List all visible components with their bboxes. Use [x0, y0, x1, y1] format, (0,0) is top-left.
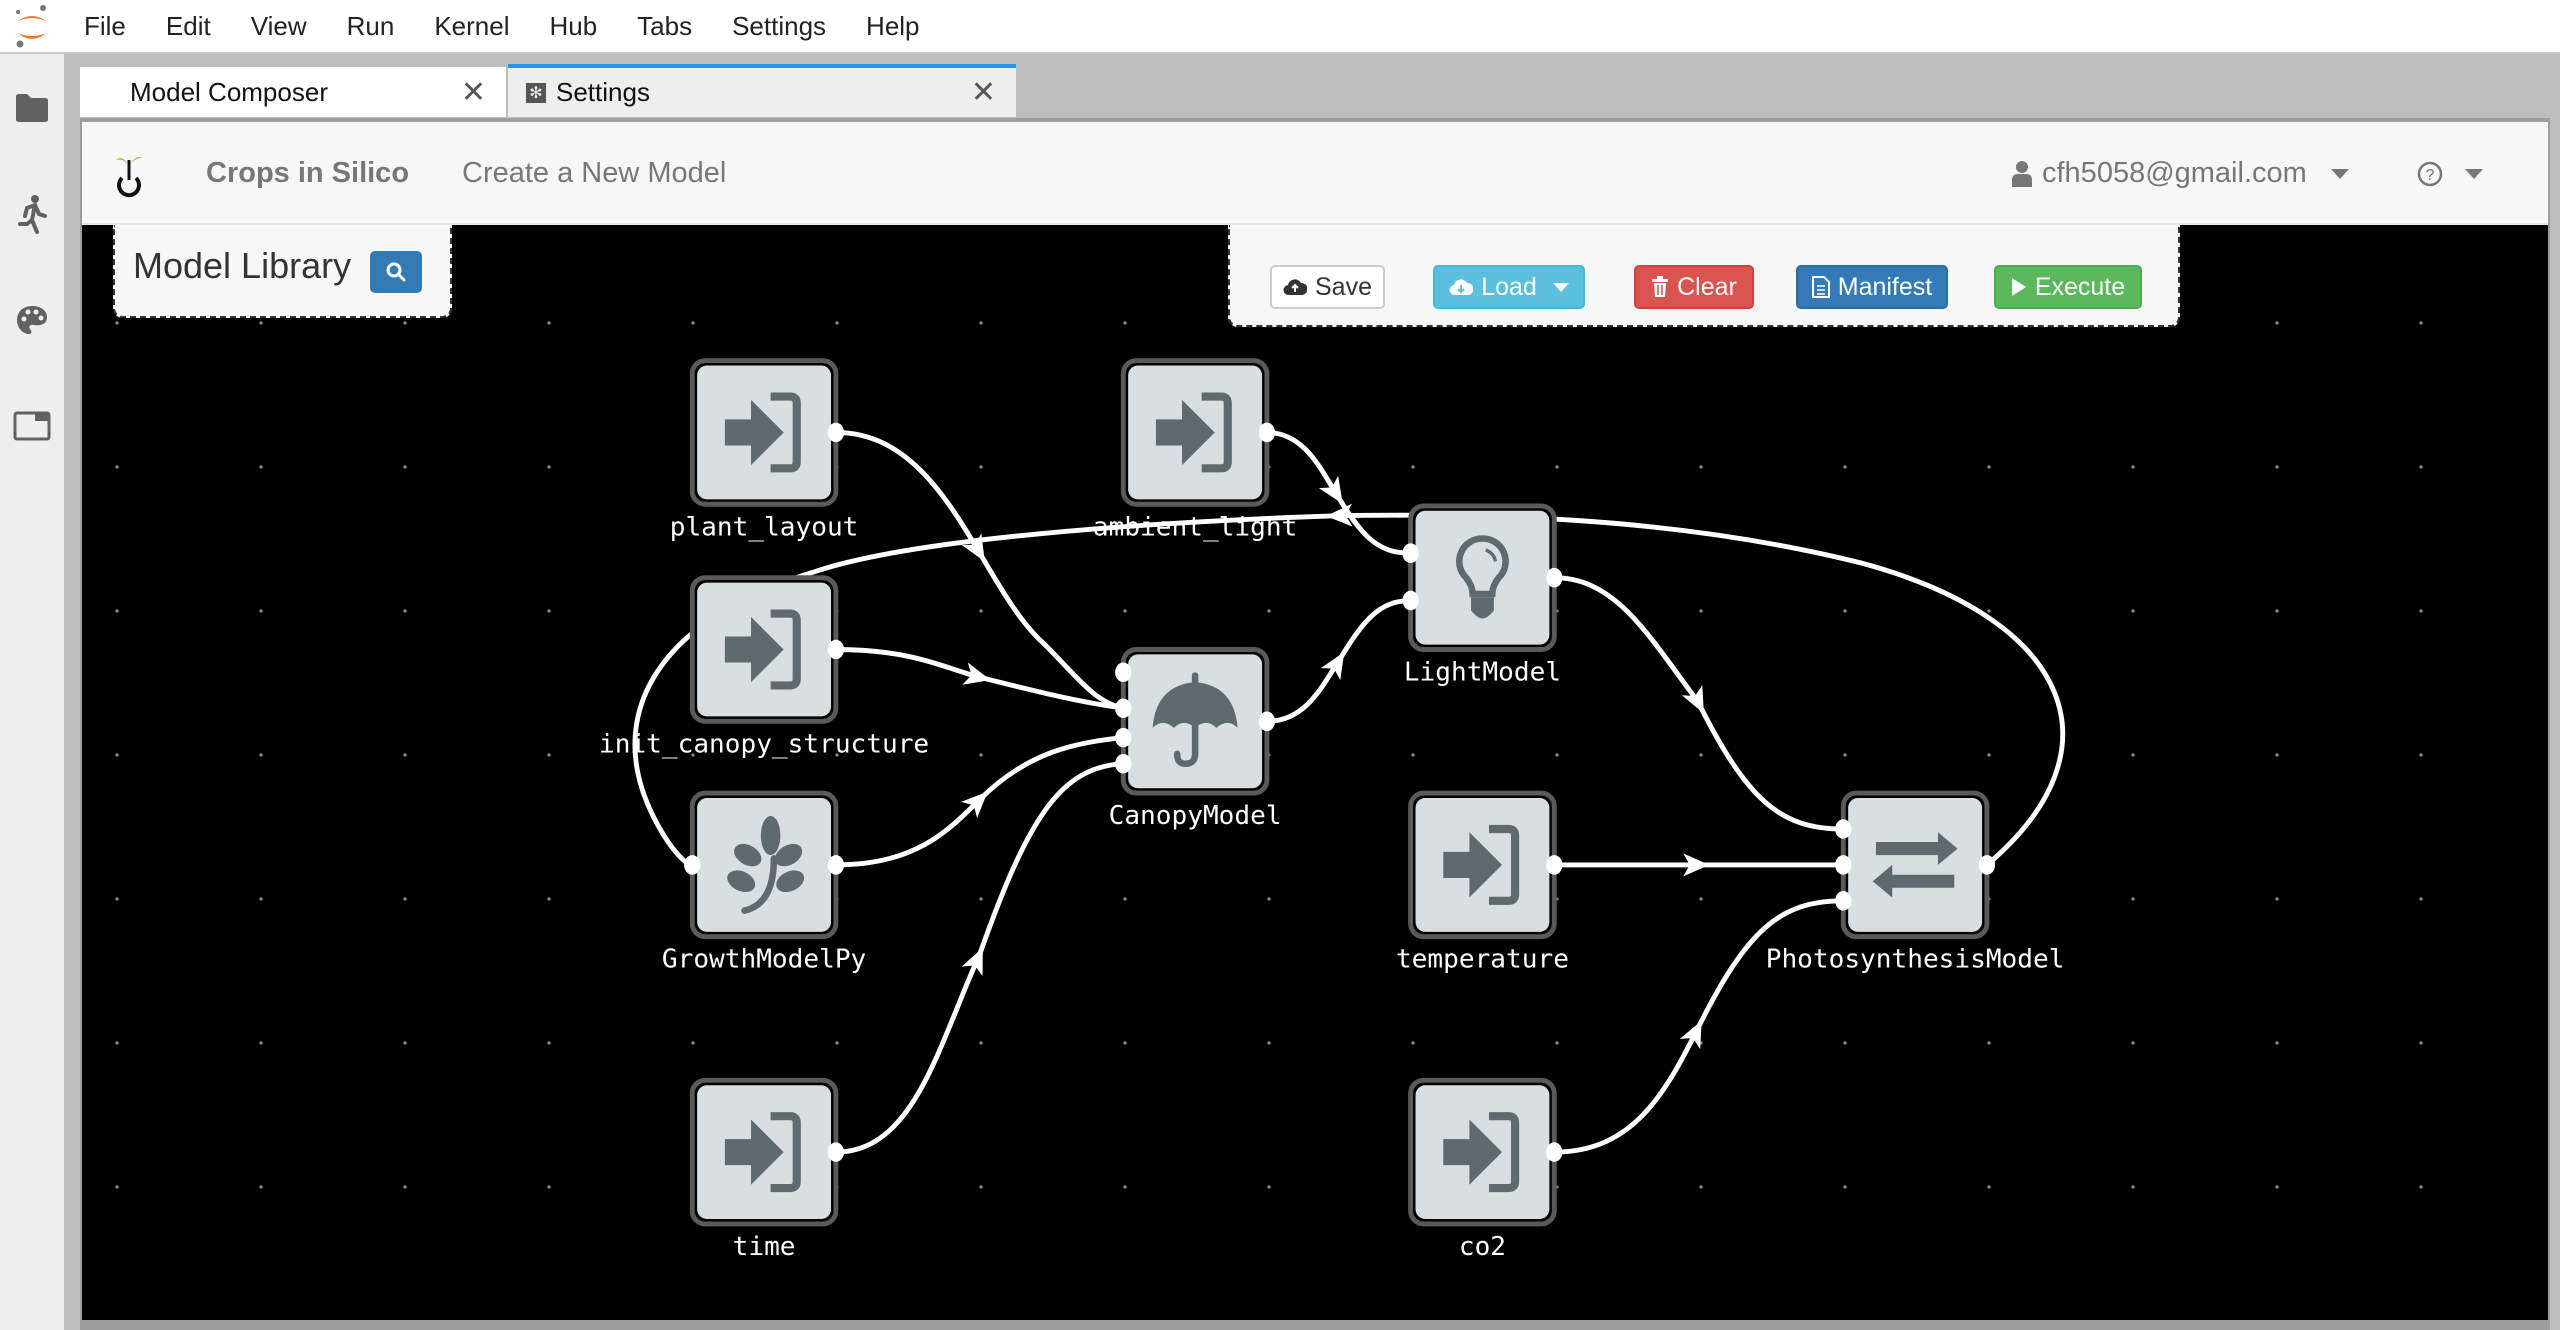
- graph-node-growthmodelpy[interactable]: GrowthModelPy: [662, 790, 866, 975]
- help-menu[interactable]: ?: [2417, 122, 2483, 225]
- cloud-upload-icon: [1283, 279, 1307, 296]
- palette-icon[interactable]: [12, 300, 52, 340]
- node-port[interactable]: [1546, 855, 1563, 875]
- graph-node-canopymodel[interactable]: CanopyModel: [1109, 647, 1282, 831]
- execute-button[interactable]: Execute: [1994, 265, 2142, 309]
- user-menu[interactable]: cfh5058@gmail.com: [2012, 122, 2349, 225]
- node-label: temperature: [1396, 945, 1569, 975]
- user-icon: [2012, 160, 2032, 187]
- load-button[interactable]: Load: [1433, 265, 1585, 309]
- chevron-down-icon: [1552, 282, 1569, 292]
- node-label: PhotosynthesisModel: [1766, 945, 2065, 975]
- document-icon: [1811, 276, 1830, 298]
- action-toolbar: Save Load Clear Manifest Execute: [1228, 225, 2180, 327]
- node-label: CanopyModel: [1109, 801, 1282, 831]
- tab-model-composer[interactable]: Model Composer ✕: [80, 67, 506, 117]
- svg-text:?: ?: [2426, 167, 2435, 184]
- tab-label: Settings: [556, 77, 650, 107]
- node-port[interactable]: [1258, 711, 1276, 732]
- chevron-down-icon: [2330, 168, 2349, 179]
- clear-label: Clear: [1677, 272, 1737, 301]
- node-port[interactable]: [827, 639, 845, 660]
- menu-edit[interactable]: Edit: [146, 0, 231, 53]
- tab-label: Model Composer: [130, 76, 328, 107]
- node-port[interactable]: [1115, 698, 1132, 719]
- node-port[interactable]: [827, 422, 845, 443]
- folder-icon[interactable]: [12, 88, 52, 128]
- clear-button[interactable]: Clear: [1634, 265, 1754, 309]
- node-port[interactable]: [1546, 1142, 1563, 1162]
- node-port[interactable]: [1402, 543, 1419, 564]
- manifest-label: Manifest: [1837, 272, 1933, 301]
- running-icon[interactable]: [12, 194, 52, 234]
- menu-file[interactable]: File: [64, 0, 146, 53]
- node-port[interactable]: [1402, 590, 1419, 611]
- node-port[interactable]: [1115, 662, 1132, 683]
- crops-logo-icon[interactable]: [114, 152, 144, 200]
- play-icon: [2011, 278, 2026, 296]
- gear-icon: ✻: [526, 82, 546, 103]
- node-port[interactable]: [1115, 727, 1132, 748]
- save-button[interactable]: Save: [1270, 265, 1385, 309]
- node-port[interactable]: [1835, 819, 1852, 839]
- node-port[interactable]: [1258, 422, 1276, 443]
- node-label: time: [733, 1232, 796, 1262]
- menu-view[interactable]: View: [231, 0, 327, 53]
- save-label: Save: [1315, 272, 1372, 301]
- tab-bar: Model Composer ✕ ✻ Settings ✕: [80, 64, 2550, 118]
- left-sidebar: [0, 54, 64, 1330]
- model-library-title: Model Library: [133, 245, 352, 286]
- execute-label: Execute: [2034, 272, 2126, 301]
- model-library-panel: Model Library: [113, 225, 452, 318]
- brand-link[interactable]: Crops in Silico: [206, 122, 409, 225]
- graph-node-temperature[interactable]: temperature: [1396, 790, 1569, 975]
- node-label: ambient_light: [1093, 512, 1297, 542]
- node-port[interactable]: [1835, 891, 1852, 911]
- menu-tabs[interactable]: Tabs: [617, 0, 712, 53]
- node-port[interactable]: [827, 855, 845, 875]
- menu-bar: File Edit View Run Kernel Hub Tabs Setti…: [0, 0, 2560, 54]
- node-port[interactable]: [1835, 855, 1852, 875]
- node-label: GrowthModelPy: [662, 945, 866, 975]
- node-port[interactable]: [1546, 567, 1563, 588]
- model-canvas[interactable]: [82, 225, 2548, 1320]
- graph-node-lightmodel[interactable]: LightModel: [1404, 503, 1561, 688]
- menu-hub[interactable]: Hub: [529, 0, 617, 53]
- jupyter-logo-icon: [0, 0, 64, 53]
- tab-settings[interactable]: ✻ Settings ✕: [508, 64, 1016, 117]
- close-icon[interactable]: ✕: [461, 75, 486, 110]
- app-header: Crops in Silico Create a New Model cfh50…: [82, 122, 2548, 225]
- create-new-model-link[interactable]: Create a New Model: [462, 122, 726, 225]
- menu-kernel[interactable]: Kernel: [414, 0, 529, 53]
- node-label: plant_layout: [670, 512, 859, 542]
- search-icon: [386, 262, 406, 282]
- user-email: cfh5058@gmail.com: [2042, 157, 2307, 189]
- graph-node-plant-layout[interactable]: plant_layout: [670, 358, 859, 543]
- close-icon[interactable]: ✕: [971, 75, 996, 110]
- help-icon: ?: [2417, 161, 2443, 186]
- menu-help[interactable]: Help: [846, 0, 939, 53]
- menu-settings[interactable]: Settings: [712, 0, 846, 53]
- node-label: init_canopy_structure: [599, 729, 929, 759]
- node-port[interactable]: [1115, 753, 1132, 774]
- load-label: Load: [1481, 272, 1537, 301]
- menu-run[interactable]: Run: [327, 0, 415, 53]
- chevron-down-icon: [2465, 168, 2483, 179]
- manifest-button[interactable]: Manifest: [1796, 265, 1948, 309]
- graph-node-ambient-light[interactable]: ambient_light: [1093, 358, 1297, 543]
- node-port[interactable]: [1978, 855, 1996, 875]
- tabs-icon[interactable]: [12, 406, 52, 446]
- trash-icon: [1652, 276, 1669, 297]
- node-label: LightModel: [1404, 658, 1561, 688]
- node-label: co2: [1459, 1232, 1506, 1262]
- node-port[interactable]: [684, 855, 701, 875]
- cloud-download-icon: [1449, 279, 1474, 296]
- node-port[interactable]: [827, 1142, 845, 1162]
- library-search-button[interactable]: [370, 251, 422, 293]
